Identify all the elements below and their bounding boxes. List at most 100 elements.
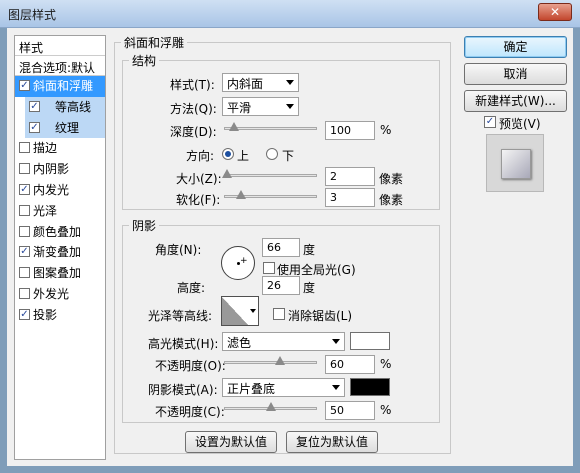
new-style-button[interactable]: 新建样式(W)... [464, 90, 567, 112]
style-item-label: 投影 [33, 307, 58, 322]
altitude-input[interactable]: 26 [262, 276, 300, 295]
shadow-opacity-input[interactable]: 50 [325, 401, 375, 420]
shading-title: 阴影 [132, 219, 157, 233]
style-list: 样式 混合选项:默认 ✓ 斜面和浮雕 ✓ 等高线 ✓ 纹理 描边 内阴影 ✓ 内发光 光泽 颜色叠加 ✓… [14, 35, 106, 460]
shadow-opacity-percent: % [380, 403, 392, 417]
depth-slider-thumb[interactable] [229, 122, 240, 131]
soften-unit: 像素 [379, 193, 404, 207]
preview-label: 预览(V) [499, 117, 541, 131]
style-select[interactable]: 内斜面 [222, 73, 299, 92]
style-item-checkbox[interactable]: ✓ [19, 183, 30, 195]
highlight-opacity-slider[interactable] [224, 356, 317, 365]
chevron-down-icon [286, 104, 294, 109]
altitude-label: 高度: [177, 281, 206, 295]
antialias-label: 消除锯齿(L) [288, 309, 353, 323]
contour-preview-icon [222, 297, 248, 325]
size-slider-thumb[interactable] [221, 169, 232, 178]
cancel-button[interactable]: 取消 [464, 63, 567, 85]
preview-checkbox[interactable]: ✓ [484, 116, 496, 128]
style-item[interactable]: 内阴影 [15, 159, 105, 180]
shadow-mode-label: 阴影模式(A): [148, 383, 218, 397]
direction-label: 方向: [186, 149, 215, 163]
style-item-checkbox[interactable] [19, 204, 30, 216]
style-item[interactable]: ✓ 渐变叠加 [15, 242, 105, 263]
highlight-mode-value: 滤色 [227, 336, 252, 350]
style-item-label: 内发光 [33, 182, 70, 197]
ok-button[interactable]: 确定 [464, 36, 567, 58]
shadow-color-swatch[interactable] [350, 378, 390, 396]
style-item-label: 图案叠加 [33, 266, 82, 281]
depth-slider[interactable] [224, 122, 317, 131]
chevron-down-icon [332, 339, 340, 344]
style-item[interactable]: ✓ 等高线 [25, 96, 105, 118]
direction-up-label: 上 [237, 149, 250, 163]
size-label: 大小(Z): [176, 172, 222, 186]
style-item-checkbox[interactable]: ✓ [19, 246, 30, 258]
style-item-label: 渐变叠加 [33, 245, 82, 260]
soften-slider[interactable] [224, 190, 317, 199]
style-item[interactable]: 图案叠加 [15, 263, 105, 284]
chevron-down-icon [332, 385, 340, 390]
style-item[interactable]: ✓ 投影 [15, 305, 105, 326]
bevel-group-title: 斜面和浮雕 [124, 36, 185, 50]
title-bar: 图层样式 ✕ [0, 0, 580, 28]
style-item-label: 纹理 [55, 120, 80, 135]
gloss-contour-picker[interactable] [221, 296, 259, 326]
angle-dial[interactable]: + [221, 246, 255, 280]
reset-default-button[interactable]: 复位为默认值 [286, 431, 378, 453]
size-input[interactable]: 2 [325, 167, 375, 186]
style-item[interactable]: 颜色叠加 [15, 222, 105, 243]
style-item-checkbox[interactable]: ✓ [19, 80, 30, 91]
highlight-opacity-slider-thumb[interactable] [274, 356, 285, 365]
shadow-opacity-slider[interactable] [224, 402, 317, 411]
style-item-checkbox[interactable] [19, 142, 30, 154]
highlight-color-swatch[interactable] [350, 332, 390, 350]
close-button[interactable]: ✕ [538, 3, 572, 21]
style-item-label: 斜面和浮雕 [33, 79, 94, 93]
direction-up-radio[interactable] [222, 148, 234, 160]
technique-select-value: 平滑 [227, 101, 252, 115]
preview-swatch [501, 149, 531, 179]
direction-down-radio[interactable] [266, 148, 278, 160]
style-item-checkbox[interactable] [19, 267, 30, 279]
depth-input[interactable]: 100 [325, 121, 375, 140]
angle-input[interactable]: 66 [262, 238, 300, 257]
technique-select[interactable]: 平滑 [222, 97, 299, 116]
style-item-label: 等高线 [55, 99, 92, 114]
style-item-checkbox[interactable]: ✓ [29, 100, 40, 112]
style-item[interactable]: ✓ 斜面和浮雕 [15, 76, 105, 97]
shadow-mode-value: 正片叠底 [227, 382, 276, 396]
soften-input[interactable]: 3 [325, 188, 375, 207]
style-item-checkbox[interactable] [19, 163, 30, 175]
style-item[interactable]: 光泽 [15, 201, 105, 222]
size-unit: 像素 [379, 172, 404, 186]
shadow-opacity-slider-thumb[interactable] [265, 402, 276, 411]
angle-label: 角度(N): [155, 243, 202, 257]
size-slider[interactable] [221, 169, 317, 178]
highlight-mode-select[interactable]: 滤色 [222, 332, 345, 351]
soften-slider-thumb[interactable] [236, 190, 247, 199]
antialias-checkbox[interactable] [273, 308, 285, 320]
style-preview [486, 134, 544, 192]
style-item-checkbox[interactable]: ✓ [29, 121, 40, 133]
structure-title: 结构 [132, 54, 157, 68]
style-item[interactable]: ✓ 内发光 [15, 180, 105, 201]
depth-label: 深度(D): [170, 125, 217, 139]
altitude-unit: 度 [303, 281, 316, 295]
global-light-checkbox[interactable] [263, 262, 275, 274]
style-item-checkbox[interactable] [19, 225, 30, 237]
highlight-mode-label: 高光模式(H): [148, 337, 219, 351]
blending-options-item[interactable]: 混合选项:默认 [15, 56, 105, 76]
style-select-value: 内斜面 [227, 77, 264, 91]
styles-header[interactable]: 样式 [15, 36, 105, 56]
shadow-mode-select[interactable]: 正片叠底 [222, 378, 345, 397]
style-item[interactable]: ✓ 纹理 [25, 117, 105, 139]
style-item[interactable]: 描边 [15, 138, 105, 159]
style-item-checkbox[interactable]: ✓ [19, 308, 30, 320]
set-default-button[interactable]: 设置为默认值 [185, 431, 277, 453]
style-item-checkbox[interactable] [19, 287, 30, 299]
highlight-opacity-input[interactable]: 60 [325, 355, 375, 374]
style-items: ✓ 斜面和浮雕 ✓ 等高线 ✓ 纹理 描边 内阴影 ✓ 内发光 光泽 颜色叠加 ✓ 渐变叠加 图案叠加 外发光… [15, 76, 105, 326]
style-item-label: 描边 [33, 141, 58, 156]
style-item[interactable]: 外发光 [15, 284, 105, 305]
